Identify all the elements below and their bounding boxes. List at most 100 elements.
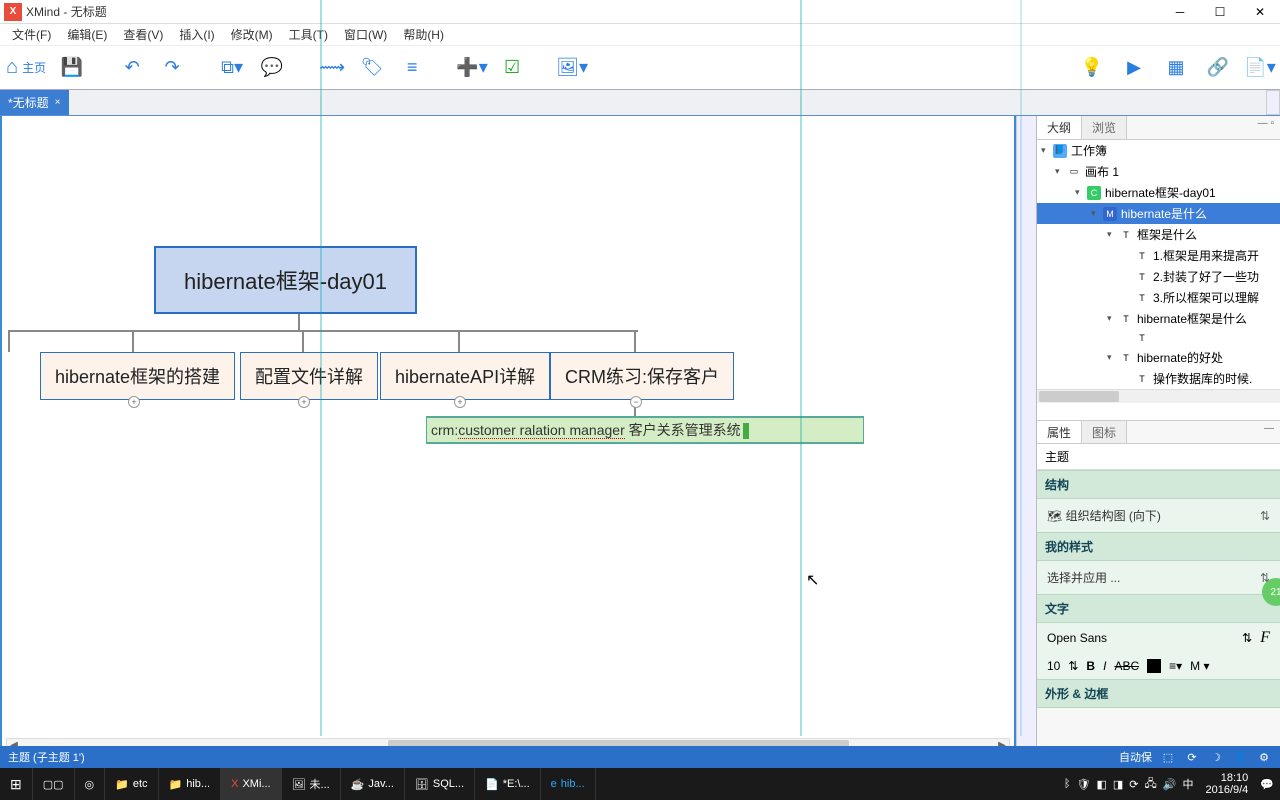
- child-topic-2[interactable]: 配置文件详解: [240, 352, 378, 400]
- relationship-button[interactable]: ⟿: [318, 54, 346, 82]
- document-tab[interactable]: *无标题 ×: [0, 90, 69, 115]
- status-cloud-icon[interactable]: ⬚: [1160, 749, 1176, 765]
- child-topic-1[interactable]: hibernate框架的搭建: [40, 352, 235, 400]
- expand-toggle-1[interactable]: +: [128, 396, 140, 408]
- insert-button[interactable]: ➕▾: [458, 54, 486, 82]
- tray-app-icon[interactable]: ◧: [1096, 778, 1106, 791]
- font-family-select[interactable]: Open Sans: [1047, 631, 1234, 645]
- editing-topic[interactable]: crm:customer ralation manager 客户关系管理系统: [426, 416, 864, 444]
- align-button[interactable]: ≡▾: [1169, 659, 1182, 673]
- bold-button[interactable]: B: [1086, 659, 1095, 673]
- expand-toggle-3[interactable]: +: [454, 396, 466, 408]
- tab-properties[interactable]: 属性: [1037, 421, 1082, 443]
- tray-shield-icon[interactable]: 🛡: [1077, 778, 1091, 791]
- status-user-icon[interactable]: 👤: [1232, 749, 1248, 765]
- font-style-italic-icon[interactable]: F: [1260, 629, 1270, 647]
- outline-node-2[interactable]: ▾T框架是什么: [1037, 224, 1280, 245]
- maximize-button[interactable]: ☐: [1200, 0, 1240, 24]
- system-tray[interactable]: ᛒ 🛡 ◧ ◨ ⟳ 🖧 🔊 中 18:10 2016/9/4 💬: [1058, 772, 1280, 796]
- tab-browse[interactable]: 浏览: [1082, 116, 1127, 139]
- label-button[interactable]: 🏷: [358, 54, 386, 82]
- case-button[interactable]: M ▾: [1190, 659, 1209, 673]
- copy-dropdown[interactable]: ⧉▾: [218, 54, 246, 82]
- status-settings-icon[interactable]: ⚙: [1256, 749, 1272, 765]
- tab-close-button[interactable]: ×: [55, 97, 61, 108]
- notifications-icon[interactable]: 💬: [1260, 778, 1274, 791]
- outline-node-4[interactable]: T2.封装了好了一些功: [1037, 266, 1280, 287]
- start-button[interactable]: ⊞: [0, 768, 33, 800]
- tray-ime-icon[interactable]: 中: [1182, 776, 1193, 792]
- outline-node-8[interactable]: T操作数据库的时候.: [1037, 368, 1280, 389]
- tray-sync-icon[interactable]: ⟳: [1129, 778, 1138, 791]
- sidebar-gutter[interactable]: [1016, 116, 1036, 768]
- presentation-button[interactable]: ▶: [1120, 54, 1148, 82]
- style-select[interactable]: 选择并应用 ... ⇅: [1037, 561, 1280, 594]
- task-sql[interactable]: 🗄 SQL...: [405, 768, 475, 800]
- menu-tools[interactable]: 工具(T): [281, 24, 336, 45]
- tray-app2-icon[interactable]: ◨: [1113, 778, 1123, 791]
- strike-button[interactable]: ABC: [1114, 659, 1139, 673]
- home-button[interactable]: ⌂ 主页: [6, 54, 46, 82]
- tray-vol-icon[interactable]: 🔊: [1163, 778, 1177, 791]
- idea-button[interactable]: 💡: [1078, 54, 1106, 82]
- font-color-swatch[interactable]: [1147, 659, 1161, 673]
- summary-button[interactable]: ≡: [398, 54, 426, 82]
- share-button[interactable]: 🔗: [1204, 54, 1232, 82]
- panel-minimize-icon[interactable]: — ▫: [1252, 116, 1280, 139]
- props-minimize-icon[interactable]: —: [1258, 421, 1280, 443]
- menu-edit[interactable]: 编辑(E): [59, 24, 115, 45]
- outline-tree[interactable]: ▾📘工作簿 ▾▭画布 1 ▾Chibernate框架-day01 ▾Mhiber…: [1037, 140, 1280, 420]
- tray-net-icon[interactable]: 🖧: [1145, 775, 1157, 794]
- task-xmind[interactable]: X XMi...: [221, 768, 281, 800]
- taskbar-clock[interactable]: 18:10 2016/9/4: [1199, 772, 1254, 796]
- tray-bluetooth-icon[interactable]: ᛒ: [1064, 778, 1071, 790]
- tab-icons[interactable]: 图标: [1082, 421, 1127, 443]
- child-topic-4[interactable]: CRM练习:保存客户: [550, 352, 734, 400]
- export-dropdown[interactable]: 📄 ▾: [1246, 54, 1274, 82]
- menu-modify[interactable]: 修改(M): [223, 24, 281, 45]
- outline-workbook[interactable]: ▾📘工作簿: [1037, 140, 1280, 161]
- panel-toggle-icon[interactable]: [1266, 90, 1280, 115]
- outline-node-3[interactable]: T1.框架是用来提高开: [1037, 245, 1280, 266]
- note-button[interactable]: 💬: [258, 54, 286, 82]
- redo-button[interactable]: ↷: [158, 54, 186, 82]
- gantt-button[interactable]: ▦: [1162, 54, 1190, 82]
- expand-toggle-2[interactable]: +: [298, 396, 310, 408]
- tab-outline[interactable]: 大纲: [1037, 116, 1082, 139]
- menu-file[interactable]: 文件(F): [4, 24, 59, 45]
- outline-central[interactable]: ▾Chibernate框架-day01: [1037, 182, 1280, 203]
- expand-toggle-4[interactable]: −: [630, 396, 642, 408]
- root-topic[interactable]: hibernate框架-day01: [154, 246, 417, 314]
- outline-node-7[interactable]: ▾Thibernate的好处: [1037, 347, 1280, 368]
- task-edge[interactable]: e hib...: [541, 768, 596, 800]
- task-hib1[interactable]: 📁 hib...: [159, 768, 222, 800]
- menu-window[interactable]: 窗口(W): [336, 24, 395, 45]
- status-moon-icon[interactable]: ☽: [1208, 749, 1224, 765]
- task-unknown[interactable]: 🖼 未...: [282, 768, 341, 800]
- undo-button[interactable]: ↶: [118, 54, 146, 82]
- outline-sheet[interactable]: ▾▭画布 1: [1037, 161, 1280, 182]
- minimize-button[interactable]: ─: [1160, 0, 1200, 24]
- italic-button[interactable]: I: [1103, 659, 1106, 673]
- outline-node-6b[interactable]: T: [1037, 329, 1280, 347]
- cortana-button[interactable]: ◎: [75, 768, 106, 800]
- menu-view[interactable]: 查看(V): [115, 24, 171, 45]
- child-topic-3[interactable]: hibernateAPI详解: [380, 352, 550, 400]
- canvas[interactable]: hibernate框架-day01 hibernate框架的搭建 + 配置文件详…: [0, 116, 1016, 768]
- task-folder[interactable]: 📁 etc: [105, 768, 158, 800]
- outline-node-6[interactable]: ▾Thibernate框架是什么: [1037, 308, 1280, 329]
- menu-insert[interactable]: 插入(I): [171, 24, 222, 45]
- close-button[interactable]: ✕: [1240, 0, 1280, 24]
- outline-node-1[interactable]: ▾Mhibernate是什么: [1037, 203, 1280, 224]
- task-button[interactable]: ☑: [498, 54, 526, 82]
- image-dropdown[interactable]: 🖼 ▾: [558, 54, 586, 82]
- structure-select[interactable]: 🗺 组织结构图 (向下) ⇅: [1037, 499, 1280, 532]
- taskview-button[interactable]: ▢▢: [33, 768, 75, 800]
- save-button[interactable]: 💾: [58, 54, 86, 82]
- outline-scrollbar[interactable]: [1037, 389, 1280, 403]
- outline-node-5[interactable]: T3.所以框架可以理解: [1037, 287, 1280, 308]
- task-java[interactable]: ☕ Jav...: [341, 768, 405, 800]
- task-file[interactable]: 📄 *E:\...: [475, 768, 541, 800]
- menu-help[interactable]: 帮助(H): [395, 24, 452, 45]
- status-sync-icon[interactable]: ⟳: [1184, 749, 1200, 765]
